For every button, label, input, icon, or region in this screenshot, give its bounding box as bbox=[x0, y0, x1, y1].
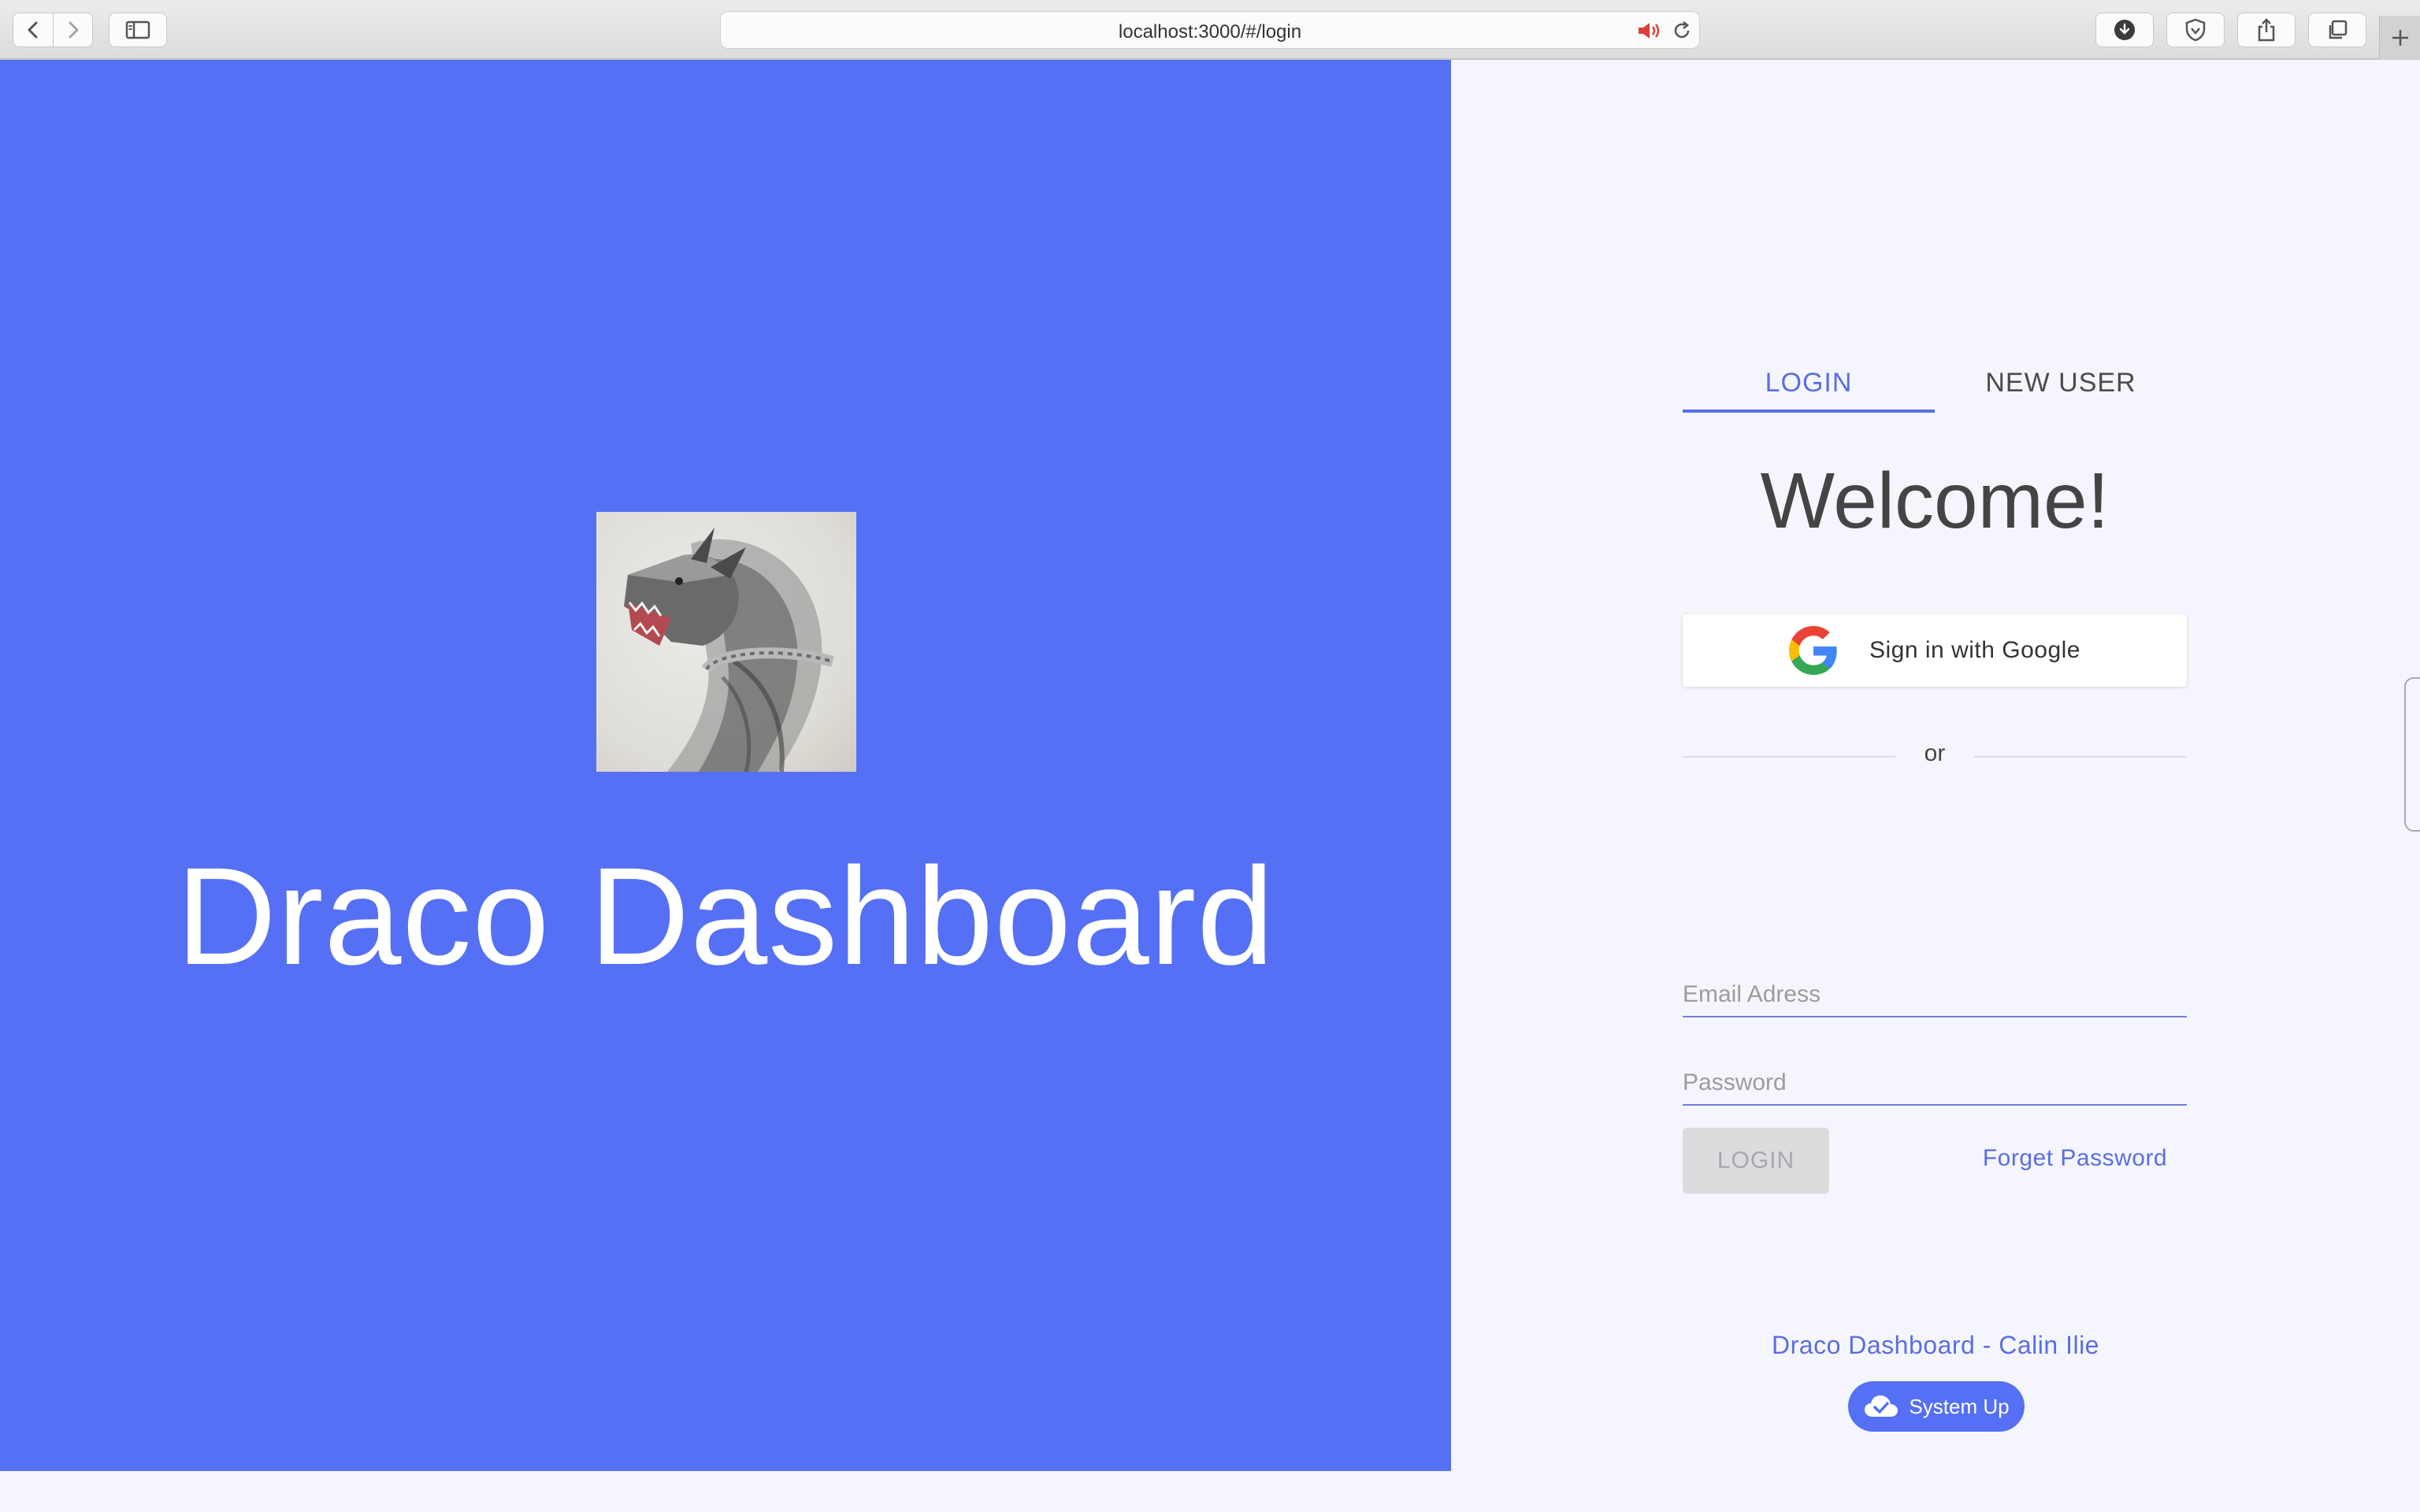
tabs-overview-button[interactable] bbox=[2308, 13, 2366, 47]
cloud-check-icon bbox=[1865, 1395, 1899, 1417]
password-field[interactable] bbox=[1683, 1062, 2187, 1106]
navigation-buttons bbox=[13, 13, 93, 47]
email-field[interactable] bbox=[1683, 973, 2187, 1017]
browser-toolbar: localhost:3000/#/login bbox=[0, 0, 2420, 60]
downloads-button[interactable] bbox=[2095, 13, 2154, 47]
share-icon bbox=[2258, 18, 2275, 42]
window-bottom-strip bbox=[0, 1471, 2420, 1512]
status-label: System Up bbox=[1909, 1394, 2010, 1418]
tab-login[interactable]: LOGIN bbox=[1683, 359, 1935, 413]
divider-line-right bbox=[1974, 756, 2187, 758]
privacy-button[interactable] bbox=[2166, 13, 2225, 47]
download-icon bbox=[2114, 20, 2135, 40]
shield-icon bbox=[2185, 18, 2206, 42]
google-sign-in-button[interactable]: Sign in with Google bbox=[1683, 614, 2187, 687]
system-status-badge: System Up bbox=[1848, 1381, 2025, 1432]
auth-panel: LOGIN NEW USER Welcome! Sign in with Goo… bbox=[1451, 60, 2420, 1471]
plus-icon bbox=[2392, 30, 2408, 46]
chevron-left-icon bbox=[28, 21, 38, 39]
welcome-heading: Welcome! bbox=[1760, 457, 2110, 545]
speaker-icon[interactable] bbox=[1636, 20, 1663, 42]
chevron-right-icon bbox=[69, 21, 78, 39]
forget-password-link[interactable]: Forget Password bbox=[1963, 1145, 2187, 1172]
address-bar[interactable]: localhost:3000/#/login bbox=[720, 11, 1700, 49]
reload-icon[interactable] bbox=[1671, 20, 1693, 42]
hero-panel: Draco Dashboard bbox=[0, 60, 1451, 1471]
footer-credit-link[interactable]: Draco Dashboard - Calin Ilie bbox=[1451, 1331, 2420, 1360]
sidebar-icon bbox=[125, 20, 150, 39]
back-button[interactable] bbox=[13, 13, 53, 46]
divider-text: or bbox=[1924, 740, 1946, 766]
share-button[interactable] bbox=[2237, 13, 2296, 47]
forward-button[interactable] bbox=[53, 13, 92, 46]
sidebar-toggle-button[interactable] bbox=[109, 13, 167, 47]
app-title: Draco Dashboard bbox=[176, 839, 1275, 994]
google-icon bbox=[1789, 626, 1837, 675]
dragon-logo-image bbox=[596, 512, 856, 772]
side-drawer-handle[interactable] bbox=[2404, 677, 2420, 832]
new-tab-button[interactable] bbox=[2379, 16, 2420, 60]
divider-line-left bbox=[1683, 756, 1895, 758]
tab-new-user[interactable]: NEW USER bbox=[1935, 359, 2187, 413]
tabs-overview-icon bbox=[2329, 20, 2348, 39]
login-button[interactable]: LOGIN bbox=[1683, 1128, 1829, 1194]
google-button-label: Sign in with Google bbox=[1869, 637, 2080, 663]
url-text[interactable]: localhost:3000/#/login bbox=[721, 21, 1699, 43]
